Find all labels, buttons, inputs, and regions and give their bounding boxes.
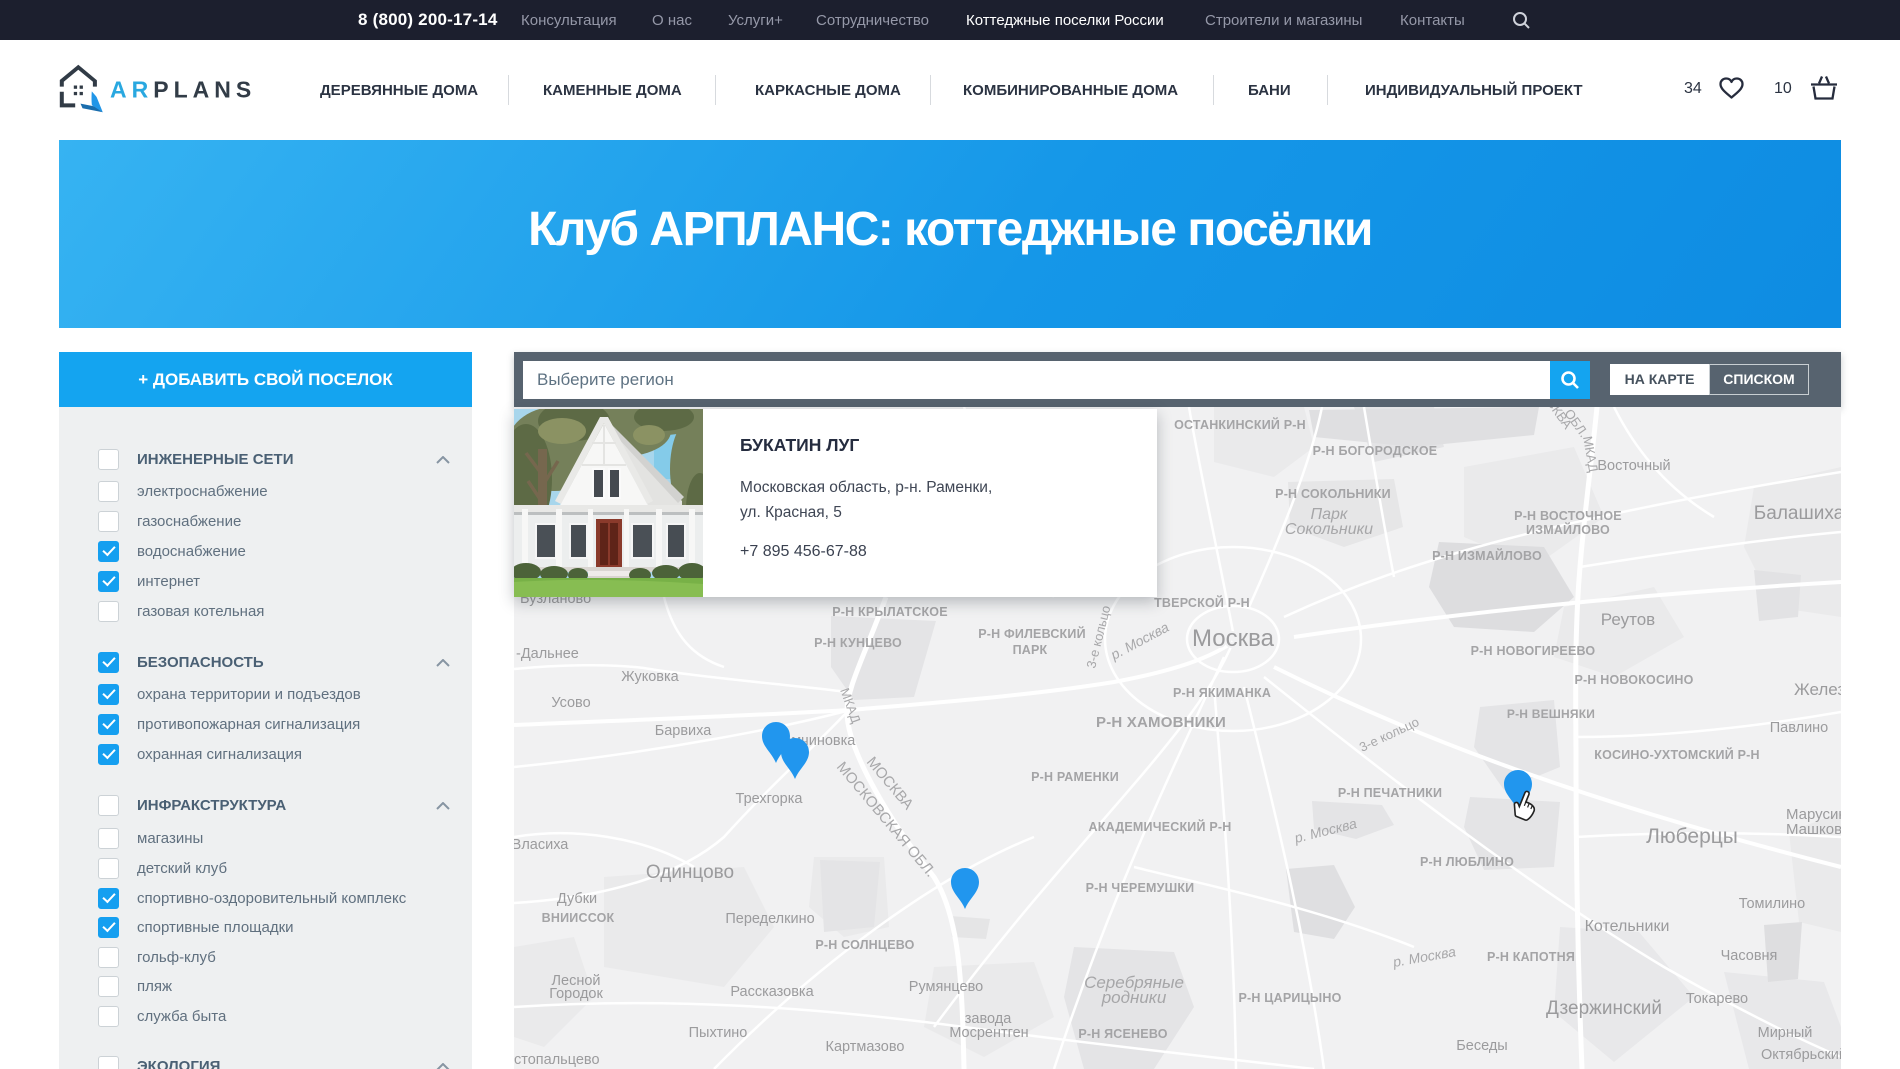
svg-text:ТВЕРСКОЙ Р-Н: ТВЕРСКОЙ Р-Н <box>1154 595 1250 610</box>
svg-text:ВНИИССОК: ВНИИССОК <box>542 911 615 925</box>
svg-text:Люберцы: Люберцы <box>1646 825 1738 848</box>
svg-text:Р-Н КУНЦЕВО: Р-Н КУНЦЕВО <box>814 636 902 650</box>
svg-text:Румянцево: Румянцево <box>909 979 983 995</box>
svg-text:КОСИНО-УХТОМСКИЙ Р-Н: КОСИНО-УХТОМСКИЙ Р-Н <box>1594 747 1759 762</box>
svg-text:Дубки: Дубки <box>557 891 597 907</box>
svg-text:Р-Н БОГОРОДСКОЕ: Р-Н БОГОРОДСКОЕ <box>1313 444 1438 458</box>
svg-text:Котельники: Котельники <box>1585 918 1670 935</box>
svg-text:Мосрентген: Мосрентген <box>949 1025 1028 1041</box>
svg-text:стопальцево: стопальцево <box>514 1052 600 1068</box>
svg-text:Р-Н ИЗМАЙЛОВО: Р-Н ИЗМАЙЛОВО <box>1432 548 1542 563</box>
svg-text:Сокольники: Сокольники <box>1285 521 1373 538</box>
svg-text:Рассказовка: Рассказовка <box>730 984 814 1000</box>
svg-text:Р-Н ВОСТОЧНОЕ: Р-Н ВОСТОЧНОЕ <box>1514 509 1622 523</box>
svg-text:ARPLANS: ARPLANS <box>110 77 256 103</box>
svg-text:Р-Н КАПОТНЯ: Р-Н КАПОТНЯ <box>1487 950 1575 964</box>
svg-text:Восточный: Восточный <box>1597 458 1670 474</box>
svg-text:Трехгорка: Трехгорка <box>736 791 804 807</box>
svg-text:Усово: Усово <box>551 695 590 711</box>
svg-text:Жуковка: Жуковка <box>621 669 679 685</box>
svg-text:Р-Н ЧЕРЕМУШКИ: Р-Н ЧЕРЕМУШКИ <box>1086 881 1195 895</box>
svg-text:Томилино: Томилино <box>1739 896 1806 912</box>
svg-text:Р-Н ЛЮБЛИНО: Р-Н ЛЮБЛИНО <box>1420 855 1514 869</box>
svg-text:Р-Н ЯСЕНЕВО: Р-Н ЯСЕНЕВО <box>1078 1027 1167 1041</box>
svg-text:родники: родники <box>1101 988 1167 1007</box>
svg-text:Беседы: Беседы <box>1456 1038 1507 1054</box>
svg-text:ПАРК: ПАРК <box>1013 643 1048 657</box>
svg-text:Балашиха: Балашиха <box>1754 503 1841 524</box>
svg-text:Дзержинский: Дзержинский <box>1546 998 1662 1019</box>
svg-text:Машково: Машково <box>1786 821 1841 838</box>
svg-text:Реутов: Реутов <box>1601 610 1655 629</box>
svg-text:Р-Н ХАМОВНИКИ: Р-Н ХАМОВНИКИ <box>1096 714 1226 731</box>
svg-text:Р-Н НОВОКОСИНО: Р-Н НОВОКОСИНО <box>1574 673 1693 687</box>
svg-text:Р-Н ФИЛЕВСКИЙ: Р-Н ФИЛЕВСКИЙ <box>978 626 1086 641</box>
svg-text:Р-Н ВЕШНЯКИ: Р-Н ВЕШНЯКИ <box>1507 707 1595 721</box>
svg-text:Мирный: Мирный <box>1758 1025 1813 1041</box>
svg-text:Р-Н КРЫЛАТСКОЕ: Р-Н КРЫЛАТСКОЕ <box>832 605 948 619</box>
svg-text:Власиха: Власиха <box>514 837 569 853</box>
svg-text:Часовня: Часовня <box>1721 948 1778 964</box>
svg-text:Р-Н РАМЕНКИ: Р-Н РАМЕНКИ <box>1031 770 1119 784</box>
svg-text:Октябрьский: Октябрьский <box>1761 1047 1841 1063</box>
svg-text:Р-Н СОКОЛЬНИКИ: Р-Н СОКОЛЬНИКИ <box>1275 487 1391 501</box>
svg-text:Одинцово: Одинцово <box>646 862 734 883</box>
svg-text:Железнодорожный: Железнодорожный <box>1794 680 1841 699</box>
svg-text:АКАДЕМИЧЕСКИЙ Р-Н: АКАДЕМИЧЕСКИЙ Р-Н <box>1089 819 1232 834</box>
svg-text:Р-Н ПЕЧАТНИКИ: Р-Н ПЕЧАТНИКИ <box>1338 786 1442 800</box>
svg-text:Пыхтино: Пыхтино <box>689 1025 748 1041</box>
svg-text:ИЗМАЙЛОВО: ИЗМАЙЛОВО <box>1526 522 1610 537</box>
svg-text:Р-Н СОЛНЦЕВО: Р-Н СОЛНЦЕВО <box>815 938 914 952</box>
svg-text:Р-Н НОВОГИРЕЕВО: Р-Н НОВОГИРЕЕВО <box>1471 644 1596 658</box>
svg-text:ОСТАНКИНСКИЙ Р-Н: ОСТАНКИНСКИЙ Р-Н <box>1174 417 1306 432</box>
svg-text:Барвиха: Барвиха <box>655 723 713 739</box>
svg-text:Москва: Москва <box>1192 625 1275 652</box>
svg-text:Павлино: Павлино <box>1770 720 1829 736</box>
svg-text:Р-Н ЦАРИЦЫНО: Р-Н ЦАРИЦЫНО <box>1239 991 1342 1005</box>
svg-text:Переделкино: Переделкино <box>725 911 814 927</box>
svg-text:Токарево: Токарево <box>1686 991 1748 1007</box>
svg-text:-Дальнее: -Дальнее <box>516 646 579 662</box>
svg-text:Городок: Городок <box>549 986 603 1002</box>
svg-text:Картмазово: Картмазово <box>826 1039 905 1055</box>
svg-text:Р-Н ЯКИМАНКА: Р-Н ЯКИМАНКА <box>1173 686 1271 700</box>
